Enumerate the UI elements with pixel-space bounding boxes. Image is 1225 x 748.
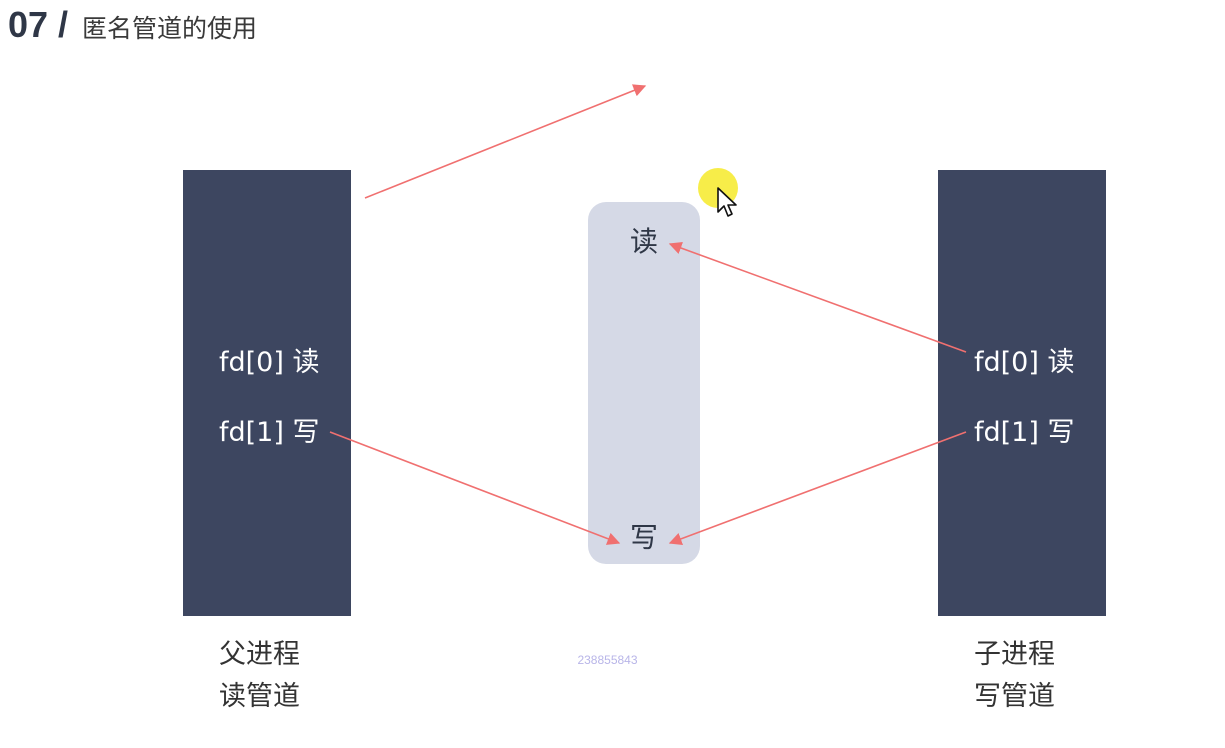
arrows-layer bbox=[329, 84, 967, 545]
mouse-pointer-icon bbox=[717, 187, 737, 217]
arrow-parent-fd1-to-pipe-write bbox=[329, 431, 621, 545]
arrow-child-fd1-to-pipe-write bbox=[668, 431, 967, 545]
arrow-child-fd0-to-pipe-read bbox=[668, 241, 967, 353]
arrow-parent-to-top bbox=[364, 84, 647, 199]
